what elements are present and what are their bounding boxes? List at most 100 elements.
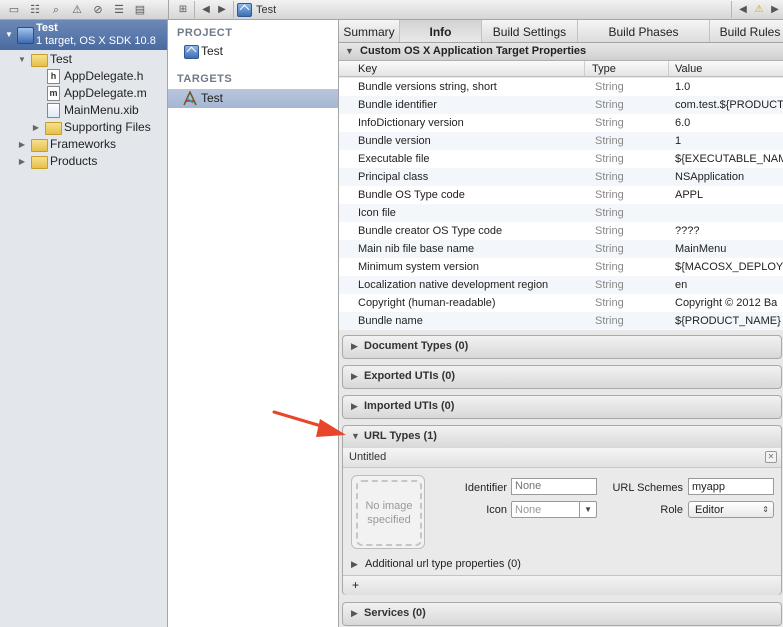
section-document-types[interactable]: ▶ Document Types (0): [342, 335, 782, 359]
custom-properties-header[interactable]: ▼ Custom OS X Application Target Propert…: [339, 43, 783, 61]
url-types-footer: +: [343, 575, 781, 595]
app-project-icon: [237, 2, 252, 17]
property-row[interactable]: Bundle versions string, short String 1.0: [339, 78, 783, 96]
custom-properties-title: Custom OS X Application Target Propertie…: [360, 45, 587, 57]
url-type-entry: Untitled ✕ No image specified Identifier…: [342, 448, 782, 595]
section-title: URL Types (1): [364, 430, 437, 442]
property-row[interactable]: Copyright (human-readable) String Copyrigh…: [339, 294, 783, 312]
url-schemes-label: URL Schemes: [612, 482, 683, 494]
jump-bar: ⊞ ◀ ▶ Test ◀ ⚠ ▶: [169, 0, 783, 20]
property-row[interactable]: Main nib file base name String MainMenu: [339, 240, 783, 258]
tree-item-appdelegate-m[interactable]: m AppDelegate.m: [0, 85, 167, 102]
property-type: String: [595, 243, 624, 255]
tree-item-label: MainMenu.xib: [64, 103, 139, 117]
section-exported-utis[interactable]: ▶ Exported UTIs (0): [342, 365, 782, 389]
tree-item-test-folder[interactable]: ▼ Test: [0, 51, 167, 68]
tree-item-mainmenu-xib[interactable]: MainMenu.xib: [0, 102, 167, 119]
section-url-types[interactable]: ▼ URL Types (1): [342, 425, 782, 449]
tab-build-phases[interactable]: Build Phases: [578, 20, 710, 42]
property-key: Bundle name: [358, 315, 423, 327]
url-type-image-well[interactable]: No image specified: [351, 475, 425, 549]
hierarchy-icon[interactable]: ☷: [28, 4, 42, 16]
disclosure-closed-icon[interactable]: ▶: [351, 341, 358, 352]
icon-combo-box[interactable]: None ▼: [511, 501, 597, 518]
grid-icon[interactable]: ⊞: [175, 4, 191, 15]
section-title: Services (0): [364, 607, 426, 619]
add-url-type-button[interactable]: +: [352, 578, 359, 592]
project-root-row[interactable]: ▼ Test 1 target, OS X SDK 10.8: [0, 20, 167, 50]
property-type: String: [595, 279, 624, 291]
property-row[interactable]: Icon file String: [339, 204, 783, 222]
column-header-type[interactable]: Type: [584, 61, 668, 77]
message-icon[interactable]: ▤: [133, 4, 147, 16]
property-value: ????: [675, 225, 700, 237]
source-file-icon: m: [47, 86, 60, 101]
disclosure-open-icon[interactable]: ▼: [17, 51, 27, 68]
back-icon[interactable]: ◀: [198, 4, 214, 15]
warning-icon[interactable]: ⚠: [751, 4, 767, 15]
identifier-label: Identifier: [464, 482, 507, 494]
tab-build-rules[interactable]: Build Rules: [710, 20, 783, 42]
identifier-input[interactable]: [511, 478, 597, 495]
folder-icon: [31, 139, 48, 152]
section-imported-utis[interactable]: ▶ Imported UTIs (0): [342, 395, 782, 419]
additional-properties-row[interactable]: ▶ Additional url type properties (0): [343, 557, 781, 575]
disclosure-closed-icon[interactable]: ▶: [351, 401, 358, 412]
property-key: InfoDictionary version: [358, 117, 464, 129]
property-row[interactable]: InfoDictionary version String 6.0: [339, 114, 783, 132]
jump-bar-divider: [731, 1, 732, 18]
url-schemes-input[interactable]: myapp: [688, 478, 774, 495]
property-type: String: [595, 99, 624, 111]
disclosure-closed-icon[interactable]: ▶: [351, 608, 358, 619]
property-value: APPL: [675, 189, 704, 201]
breakpoint-icon[interactable]: ⊘: [91, 4, 105, 16]
property-row[interactable]: Bundle identifier String com.test.${PRODUC…: [339, 96, 783, 114]
property-value: ${PRODUCT_NAME}: [675, 315, 781, 327]
disclosure-closed-icon[interactable]: ▶: [351, 371, 358, 382]
property-row[interactable]: Localization native development region St…: [339, 276, 783, 294]
disclosure-open-icon[interactable]: ▼: [345, 43, 354, 60]
search-icon[interactable]: ⌕: [49, 4, 63, 16]
forward-icon[interactable]: ▶: [214, 4, 230, 15]
close-icon[interactable]: ✕: [765, 451, 777, 463]
column-header-value[interactable]: Value: [668, 61, 783, 77]
tree-item-supporting-files[interactable]: ▶ Supporting Files: [0, 119, 167, 136]
property-key: Icon file: [358, 207, 396, 219]
disclosure-open-icon[interactable]: ▼: [4, 30, 14, 39]
column-header-key[interactable]: Key: [339, 61, 584, 77]
section-services[interactable]: ▶ Services (0): [342, 602, 782, 626]
xib-file-icon: [47, 103, 60, 118]
warning-icon[interactable]: ⚠: [70, 4, 84, 16]
property-row[interactable]: Principal class String NSApplication: [339, 168, 783, 186]
next-issue-icon[interactable]: ▶: [767, 4, 783, 15]
disclosure-closed-icon[interactable]: ▶: [17, 136, 27, 153]
no-image-text: No image specified: [365, 500, 413, 526]
property-row[interactable]: Bundle creator OS Type code String????: [339, 222, 783, 240]
tree-item-products[interactable]: ▶ Products: [0, 153, 167, 170]
editor-tabs: Summary Info Build Settings Build Phases…: [339, 20, 783, 43]
disclosure-closed-icon[interactable]: ▶: [351, 559, 358, 570]
project-list-item[interactable]: Test: [168, 42, 338, 61]
disclosure-closed-icon[interactable]: ▶: [31, 119, 41, 136]
jump-bar-title[interactable]: Test: [256, 4, 276, 16]
disclosure-closed-icon[interactable]: ▶: [17, 153, 27, 170]
role-popup[interactable]: Editor ⇕: [688, 501, 774, 518]
tab-info[interactable]: Info: [400, 20, 482, 42]
list-icon[interactable]: ☰: [112, 4, 126, 16]
folder-icon[interactable]: ▭: [7, 4, 21, 16]
previous-issue-icon[interactable]: ◀: [735, 4, 751, 15]
property-row[interactable]: Bundle name String ${PRODUCT_NAME}: [339, 312, 783, 330]
tree-item-frameworks[interactable]: ▶ Frameworks: [0, 136, 167, 153]
tree-item-label: Products: [50, 154, 98, 168]
property-row[interactable]: Minimum system version String ${MACOSX_DEP…: [339, 258, 783, 276]
tab-summary[interactable]: Summary: [339, 20, 400, 42]
property-row[interactable]: Bundle OS Type code String APPL: [339, 186, 783, 204]
chevron-down-icon[interactable]: ▼: [579, 502, 592, 518]
disclosure-open-icon[interactable]: ▼: [351, 431, 360, 441]
tab-build-settings[interactable]: Build Settings: [482, 20, 578, 42]
property-key: Bundle version: [358, 135, 431, 147]
tree-item-appdelegate-h[interactable]: h AppDelegate.h: [0, 68, 167, 85]
property-row[interactable]: Bundle version String 1: [339, 132, 783, 150]
target-list-item[interactable]: Test: [168, 89, 338, 108]
property-row[interactable]: Executable file String ${EXECUTABLE_NAM: [339, 150, 783, 168]
